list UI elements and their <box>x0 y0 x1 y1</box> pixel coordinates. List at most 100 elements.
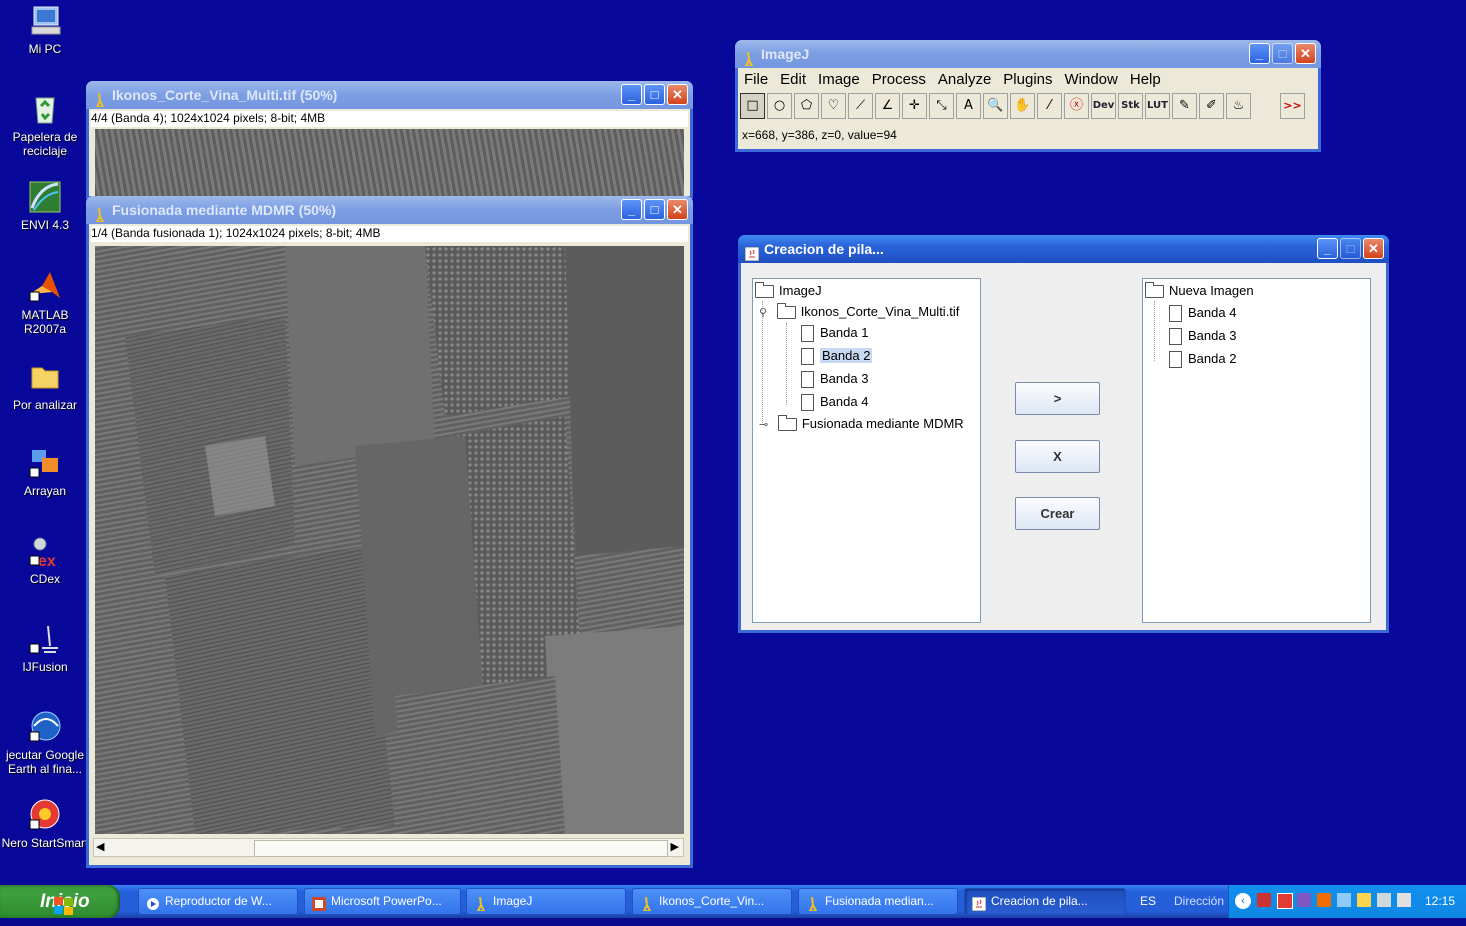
close-button[interactable]: ✕ <box>667 84 688 105</box>
rectangle-tool[interactable]: □ <box>740 93 765 119</box>
taskbar-item-powerpoint[interactable]: Microsoft PowerPo... <box>304 888 461 915</box>
language-indicator[interactable]: ES <box>1140 894 1156 908</box>
tray-app-icon[interactable] <box>1337 893 1351 907</box>
hand-tool[interactable]: ✋ <box>1010 93 1035 119</box>
tree-node-banda-3[interactable]: Banda 3 <box>1169 326 1236 346</box>
desktop-icon-matlab[interactable]: MATLAB R2007a <box>0 270 90 336</box>
desktop-icon-ijfusion[interactable]: IJFusion <box>0 622 90 674</box>
address-toolbar-label[interactable]: Dirección <box>1174 894 1224 908</box>
polygon-tool[interactable]: ⬠ <box>794 93 819 119</box>
image-canvas[interactable] <box>95 246 684 834</box>
freehand-tool[interactable]: ♡ <box>821 93 846 119</box>
tree-node-ikonos[interactable]: ⚲ Ikonos_Corte_Vina_Multi.tif <box>759 302 959 322</box>
horizontal-scrollbar[interactable]: ◀ ▶ <box>93 838 684 857</box>
expand-handle-icon[interactable]: ⊸ <box>759 419 768 431</box>
tray-app-icon[interactable] <box>1357 893 1371 907</box>
desktop-icon-google-earth[interactable]: jecutar Google Earth al fina... <box>0 710 90 776</box>
tree-node-fusionada[interactable]: ⊸ Fusionada mediante MDMR <box>759 414 964 434</box>
tray-expand-icon[interactable]: ‹ <box>1235 893 1251 909</box>
desktop-icon-nero[interactable]: Nero StartSmart <box>0 798 90 850</box>
desktop-icon-folder[interactable]: Por analizar <box>0 360 90 412</box>
creacion-de-pila-dialog[interactable]: Creacion de pila... _ □ ✕ ImageJ ⚲ Ikono… <box>738 235 1389 633</box>
create-button[interactable]: Crear <box>1015 497 1100 530</box>
tree-node-banda-1[interactable]: Banda 1 <box>801 323 868 343</box>
minimize-button[interactable]: _ <box>621 199 642 220</box>
desktop-icon-envi[interactable]: ENVI 4.3 <box>0 180 90 232</box>
expand-handle-icon[interactable]: ⚲ <box>759 307 767 319</box>
scroll-left-icon[interactable]: ◀ <box>96 840 104 853</box>
magnifier-tool[interactable]: 🔍 <box>983 93 1008 119</box>
taskbar-item-media-player[interactable]: Reproductor de W... <box>138 888 298 915</box>
menu-plugins[interactable]: Plugins <box>997 68 1058 92</box>
flood-fill-tool[interactable]: ♨ <box>1226 93 1251 119</box>
close-button[interactable]: ✕ <box>1295 43 1316 64</box>
taskbar-item-fusionada[interactable]: Fusionada median... <box>798 888 958 915</box>
tree-node-banda-4[interactable]: Banda 4 <box>801 392 868 412</box>
desktop-icon-cdex[interactable]: ex CDex <box>0 534 90 586</box>
tree-node-banda-4[interactable]: Banda 4 <box>1169 303 1236 323</box>
pencil-tool[interactable]: ✎ <box>1172 93 1197 119</box>
desktop-icon-recycle-bin[interactable]: Papelera de reciclaje <box>0 92 90 158</box>
add-button[interactable]: > <box>1015 382 1100 415</box>
close-button[interactable]: ✕ <box>1363 238 1384 259</box>
more-tools-button[interactable]: >> <box>1280 93 1305 119</box>
tree-node-imagej[interactable]: ImageJ <box>755 281 822 301</box>
menu-window[interactable]: Window <box>1059 68 1124 92</box>
title-bar[interactable]: Fusionada mediante MDMR (50%) _ □ ✕ <box>86 196 693 224</box>
text-tool[interactable]: A <box>956 93 981 119</box>
dropper-tool[interactable]: ⁄ <box>1037 93 1062 119</box>
point-tool[interactable]: ✛ <box>902 93 927 119</box>
fusionada-image-window[interactable]: Fusionada mediante MDMR (50%) _ □ ✕ 1/4 … <box>86 196 693 868</box>
tree-node-banda-2[interactable]: Banda 2 <box>1169 349 1236 369</box>
lut-tool[interactable]: LUT <box>1145 93 1170 119</box>
maximize-button[interactable]: □ <box>644 84 665 105</box>
tray-app-icon[interactable] <box>1397 893 1411 907</box>
tray-app-icon[interactable] <box>1377 893 1391 907</box>
scroll-thumb[interactable] <box>254 840 668 857</box>
tray-app-icon[interactable] <box>1257 893 1271 907</box>
tray-app-icon[interactable] <box>1277 893 1293 909</box>
minimize-button[interactable]: _ <box>1317 238 1338 259</box>
line-tool[interactable]: ⟋ <box>848 93 873 119</box>
taskbar-item-creacion-de-pila[interactable]: Creacion de pila... <box>964 888 1126 915</box>
scroll-right-icon[interactable]: ▶ <box>671 840 679 853</box>
menu-help[interactable]: Help <box>1124 68 1167 92</box>
title-bar[interactable]: Creacion de pila... _ □ ✕ <box>738 235 1389 263</box>
dev-tool[interactable]: Dev <box>1091 93 1116 119</box>
oval-tool[interactable]: ○ <box>767 93 792 119</box>
stk-tool[interactable]: Stk <box>1118 93 1143 119</box>
stop-tool[interactable]: ⓧ <box>1064 93 1089 119</box>
tree-node-banda-3[interactable]: Banda 3 <box>801 369 868 389</box>
menu-edit[interactable]: Edit <box>774 68 812 92</box>
tray-app-icon[interactable] <box>1297 893 1311 907</box>
source-tree[interactable]: ImageJ ⚲ Ikonos_Corte_Vina_Multi.tif Ban… <box>752 278 981 623</box>
ikonos-image-window[interactable]: Ikonos_Corte_Vina_Multi.tif (50%) _ □ ✕ … <box>86 81 693 199</box>
close-button[interactable]: ✕ <box>667 199 688 220</box>
menu-process[interactable]: Process <box>866 68 932 92</box>
taskbar-item-imagej[interactable]: ImageJ <box>466 888 626 915</box>
tree-node-banda-2[interactable]: Banda 2 <box>801 346 873 366</box>
maximize-button[interactable]: □ <box>644 199 665 220</box>
title-bar[interactable]: ImageJ _ □ ✕ <box>735 40 1321 68</box>
brush-tool[interactable]: ✐ <box>1199 93 1224 119</box>
clock[interactable]: 12:15 <box>1425 894 1455 908</box>
remove-button[interactable]: X <box>1015 440 1100 473</box>
image-canvas[interactable] <box>95 129 684 199</box>
angle-tool[interactable]: ∠ <box>875 93 900 119</box>
taskbar-item-label: Fusionada median... <box>825 894 934 908</box>
minimize-button[interactable]: _ <box>1249 43 1270 64</box>
desktop-icon-my-computer[interactable]: Mi PC <box>0 4 90 56</box>
menu-image[interactable]: Image <box>812 68 866 92</box>
desktop-icon-arrayan[interactable]: Arrayan <box>0 446 90 498</box>
minimize-button[interactable]: _ <box>621 84 642 105</box>
tray-app-icon[interactable] <box>1317 893 1331 907</box>
taskbar-item-ikonos[interactable]: Ikonos_Corte_Vin... <box>632 888 792 915</box>
menu-analyze[interactable]: Analyze <box>932 68 997 92</box>
title-bar[interactable]: Ikonos_Corte_Vina_Multi.tif (50%) _ □ ✕ <box>86 81 693 109</box>
target-tree[interactable]: Nueva Imagen Banda 4 Banda 3 Banda 2 <box>1142 278 1371 623</box>
tree-node-nueva-imagen[interactable]: Nueva Imagen <box>1145 281 1254 301</box>
imagej-main-window[interactable]: ImageJ _ □ ✕ File Edit Image Process Ana… <box>735 40 1321 152</box>
wand-tool[interactable]: ⤡ <box>929 93 954 119</box>
menu-file[interactable]: File <box>738 68 774 92</box>
start-button[interactable]: Inicio <box>0 885 120 918</box>
